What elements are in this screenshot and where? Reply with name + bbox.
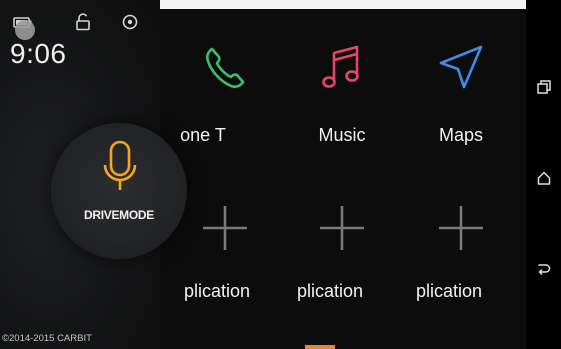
settings-icon[interactable] (120, 12, 140, 32)
lock-icon[interactable] (73, 12, 93, 32)
copyright-text: ©2014-2015 CARBIT (2, 333, 92, 344)
app-label-music: Music (318, 125, 366, 145)
app-screen: 9:06 ©2014-2015 CARBIT DRIVEMODE one T M… (0, 0, 561, 349)
page-indicator (305, 345, 335, 349)
app-tile-maps[interactable]: Maps (402, 38, 520, 178)
navigation-arrow-icon (439, 45, 483, 89)
app-tile-add-2[interactable]: plication (283, 196, 401, 336)
app-label-add-3: plication (415, 281, 483, 301)
app-tile-phone[interactable]: one T (166, 38, 284, 178)
status-dot (15, 20, 35, 40)
clock: 9:06 (10, 38, 67, 69)
recent-apps-icon[interactable] (535, 78, 553, 96)
app-tile-add-1[interactable]: plication (166, 196, 284, 336)
nav-bar (526, 0, 561, 349)
plus-icon (203, 206, 247, 250)
microphone-icon (103, 140, 137, 190)
phone-icon (206, 47, 245, 88)
home-icon[interactable] (535, 169, 553, 187)
app-label-maps: Maps (438, 125, 483, 145)
app-label-phone: one T (180, 125, 226, 145)
app-tile-add-3[interactable]: plication (402, 196, 520, 336)
app-label-add-2: plication (296, 281, 364, 301)
top-strip (133, 0, 561, 9)
plus-icon (439, 206, 483, 250)
app-tile-music[interactable]: Music (283, 38, 401, 178)
app-label-add-1: plication (183, 281, 251, 301)
back-icon[interactable] (535, 260, 553, 278)
plus-icon (320, 206, 364, 250)
music-note-icon (322, 45, 359, 88)
